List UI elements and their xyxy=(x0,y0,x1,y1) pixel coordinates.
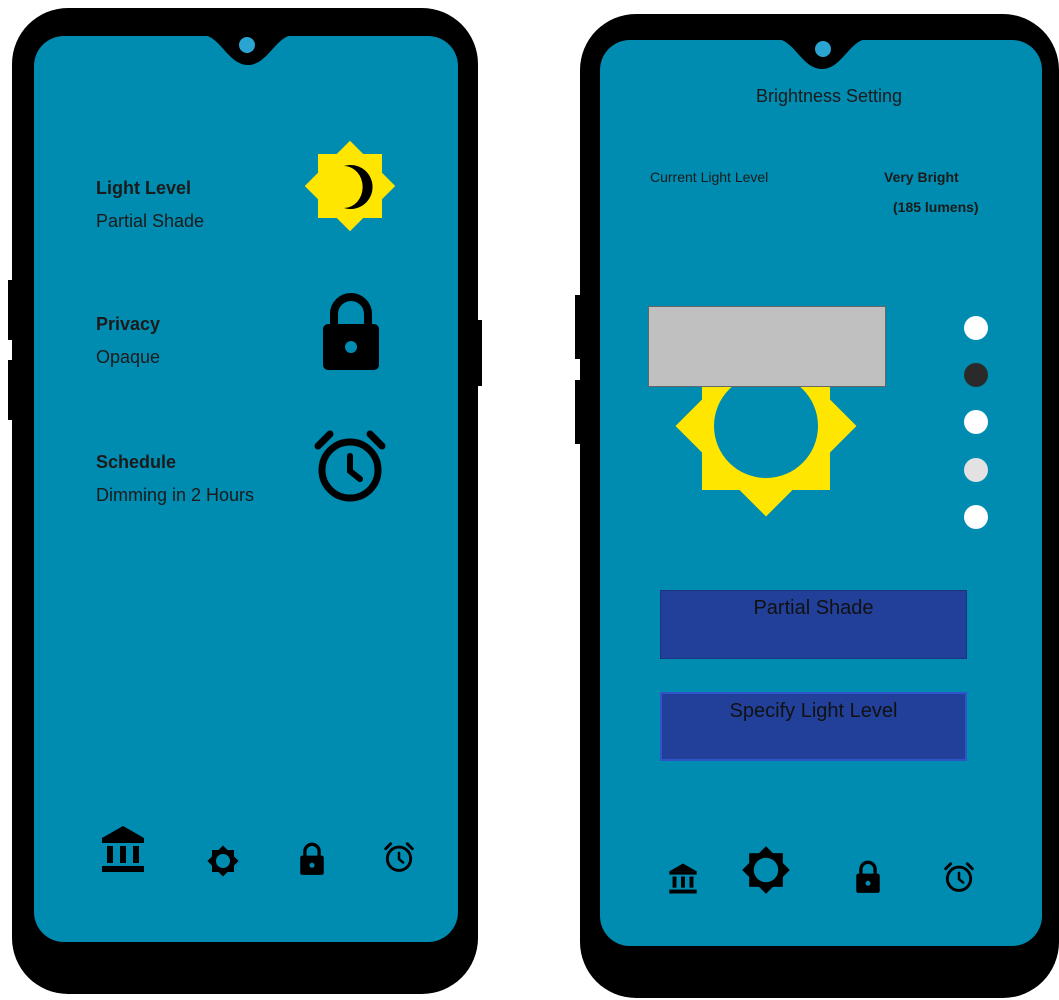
specify-light-level-button[interactable]: Specify Light Level xyxy=(660,692,967,761)
left-phone-power-button xyxy=(476,320,482,386)
light-level-option-2[interactable] xyxy=(964,363,988,387)
light-level-title: Light Level xyxy=(96,178,192,198)
light-level-option-3[interactable] xyxy=(964,410,988,434)
schedule-title: Schedule xyxy=(96,452,177,472)
right-phone-side-button xyxy=(575,380,581,444)
alarm-clock-icon[interactable] xyxy=(384,842,414,873)
left-screen: Light Level Partial Shade Privacy Opaque… xyxy=(34,36,458,942)
right-screen: Brightness Setting Current Light Level V… xyxy=(600,40,1042,946)
home-icon[interactable] xyxy=(668,862,698,895)
current-light-lumens: (185 lumens) xyxy=(893,199,979,215)
alarm-clock-icon xyxy=(314,430,386,502)
left-phone-side-button xyxy=(8,280,14,340)
partial-shade-button[interactable]: Partial Shade xyxy=(660,590,967,659)
light-level-value: Partial Shade xyxy=(96,211,205,231)
lock-icon[interactable] xyxy=(299,842,325,876)
left-phone-side-button xyxy=(8,360,14,420)
light-level-option-4[interactable] xyxy=(964,458,988,482)
privacy-value: Opaque xyxy=(96,347,161,367)
privacy-title: Privacy xyxy=(96,314,161,334)
current-light-value: Very Bright xyxy=(884,169,959,185)
schedule-value: Dimming in 2 Hours xyxy=(96,485,255,505)
alarm-clock-icon[interactable] xyxy=(944,862,974,893)
light-level-option-5[interactable] xyxy=(964,505,988,529)
lock-icon[interactable] xyxy=(855,860,881,894)
light-level-option-1[interactable] xyxy=(964,316,988,340)
sun-moon-icon xyxy=(304,140,396,232)
page-title: Brightness Setting xyxy=(755,86,903,106)
lock-icon xyxy=(323,293,379,370)
home-icon[interactable] xyxy=(100,824,146,874)
current-light-label: Current Light Level xyxy=(650,169,769,185)
gear-icon[interactable] xyxy=(740,844,792,896)
gear-icon[interactable] xyxy=(206,844,240,878)
light-level-preview xyxy=(648,306,886,387)
right-phone-side-button xyxy=(575,295,581,359)
